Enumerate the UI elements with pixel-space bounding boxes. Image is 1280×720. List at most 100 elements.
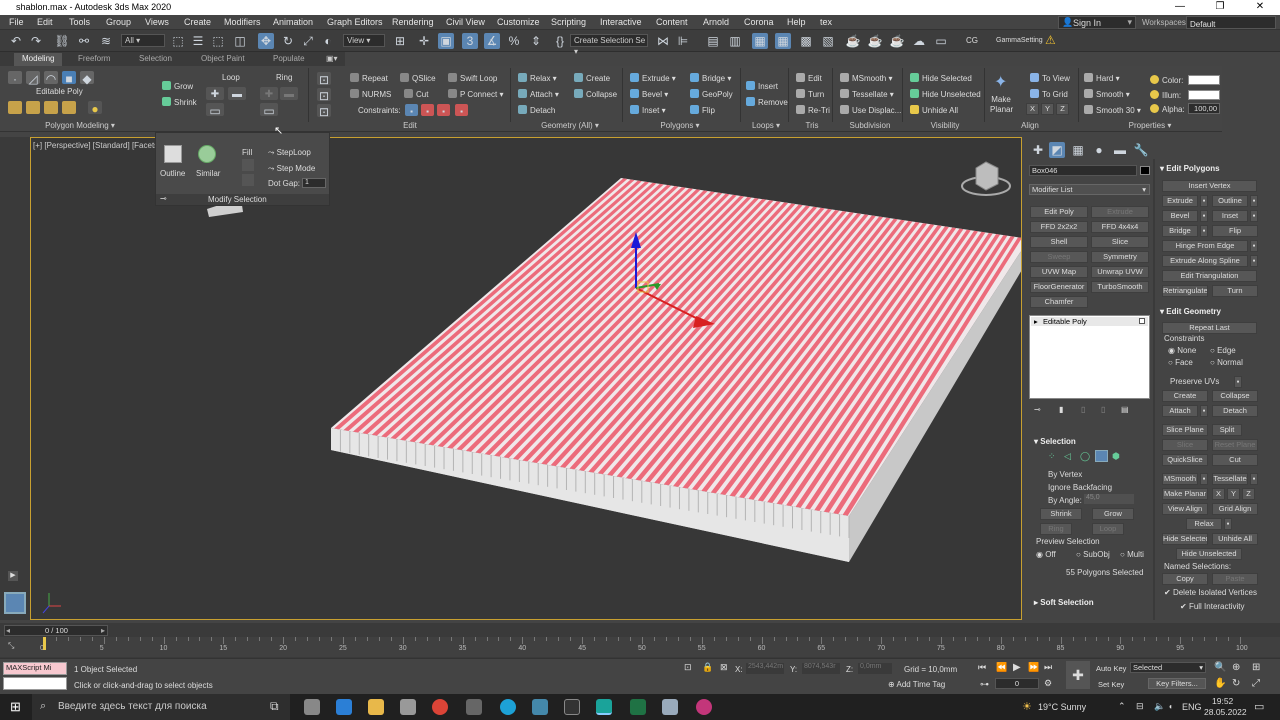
ep-flip-button[interactable]: Flip — [1212, 225, 1258, 237]
preserve-uvs-settings[interactable]: ▪ — [1234, 376, 1242, 388]
tri-turn-button[interactable]: Turn — [796, 89, 824, 99]
hide-unselected-button[interactable]: Hide Unselected — [910, 89, 981, 99]
menu-rendering[interactable]: Rendering — [392, 17, 434, 27]
restore-icon[interactable]: ❐ — [1200, 0, 1240, 15]
quickslice-button[interactable]: QuickSlice — [1162, 454, 1208, 466]
next-frame-icon[interactable]: ⏩ — [1028, 662, 1039, 673]
percent-snap-icon[interactable]: % — [506, 33, 522, 49]
goto-start-icon[interactable]: ⏮ — [978, 662, 986, 673]
use-nurms-icon[interactable] — [8, 101, 22, 114]
move-icon[interactable]: ✥ — [258, 33, 274, 49]
slice-plane-button[interactable]: Slice Plane — [1162, 424, 1208, 436]
ep-inset-button[interactable]: Inset — [1212, 210, 1248, 222]
repeat-last-button[interactable]: Repeat Last — [1162, 322, 1257, 334]
similar-icon[interactable] — [198, 145, 216, 163]
ignore-backfacing-checkbox[interactable]: Ignore Backfacing — [1048, 483, 1112, 492]
constraint-edge-radio[interactable]: ○ Edge — [1210, 346, 1236, 355]
paste-button[interactable]: Paste — [1212, 573, 1258, 585]
ring-mode-icon[interactable]: ▭ — [260, 103, 278, 118]
attach-settings[interactable]: ▪ — [1200, 405, 1208, 417]
extrude-along-spline-button[interactable]: Extrude Along Spline — [1162, 255, 1248, 267]
key-filters-button[interactable]: Key Filters... — [1148, 678, 1206, 689]
windows-start-icon[interactable]: ⊞ — [10, 699, 21, 715]
loop-mode-icon[interactable]: ▭ — [206, 103, 224, 118]
relax-button[interactable]: Relax ▾ — [518, 73, 557, 83]
cut-button[interactable]: Cut — [1212, 454, 1258, 466]
geometry-group-label[interactable]: Geometry (All) ▾ — [530, 121, 610, 130]
modify-panel-icon[interactable]: ◩ — [1049, 142, 1065, 158]
unlink-icon[interactable]: ⚯ — [76, 33, 92, 49]
remove-loop-button[interactable]: Remove — [746, 97, 788, 107]
notifications-icon[interactable]: ▭ — [1254, 700, 1264, 713]
maxscript-listener[interactable]: MAXScript Mi — [3, 662, 67, 675]
loop-button[interactable]: Loop — [1092, 523, 1124, 535]
polygon-icon[interactable]: ■ — [62, 71, 76, 86]
vertex-icon[interactable]: · — [8, 71, 22, 86]
turn-button[interactable]: Turn — [1212, 285, 1258, 297]
preserve-uvs-icon[interactable] — [62, 101, 76, 114]
file-explorer-icon[interactable] — [368, 699, 384, 715]
key-mode-icon[interactable]: ⊶ — [980, 679, 989, 690]
task-view-icon[interactable]: ⧉ — [270, 699, 279, 714]
delete-isolated-checkbox[interactable]: ✔ Delete Isolated Vertices — [1164, 588, 1257, 597]
ep-bridge-button[interactable]: Bridge — [1162, 225, 1198, 237]
pin-icon[interactable]: ⊸ — [160, 194, 167, 203]
outline-icon[interactable] — [164, 145, 182, 163]
preview-multi-radio[interactable]: ○ Multi — [1120, 550, 1144, 559]
hard-button[interactable]: Hard ▾ — [1084, 73, 1120, 83]
loop-shrink-icon[interactable]: ▬ — [228, 87, 246, 100]
create-button[interactable]: Create — [574, 73, 610, 83]
alpha-input[interactable]: 100,00 — [1188, 103, 1220, 114]
select-object-icon[interactable]: ⬚ — [170, 33, 186, 49]
tessellate-button[interactable]: Tessellate ▾ — [840, 89, 894, 99]
copy-button[interactable]: Copy — [1162, 573, 1208, 585]
border-select-icon[interactable]: ◯ — [1080, 451, 1090, 462]
volume-icon[interactable]: 🔈 — [1154, 701, 1165, 712]
sound-icon[interactable]: ◖ — [1168, 702, 1173, 711]
ring-button[interactable]: Ring — [276, 73, 292, 82]
ring-grow-icon[interactable]: ✚ — [260, 87, 278, 100]
ep-extrude-settings[interactable]: ▪ — [1200, 195, 1208, 207]
menu-content[interactable]: Content — [656, 17, 688, 27]
clock-date[interactable]: 28.05.2022 — [1204, 707, 1247, 717]
color-swatch[interactable] — [1188, 75, 1220, 85]
schematic-view-icon[interactable]: ▦ — [775, 33, 791, 49]
tab-populate[interactable]: Populate — [273, 54, 305, 63]
edit-named-selections-icon[interactable]: {} — [552, 33, 568, 49]
modifier-list-dropdown[interactable]: Modifier List ▾ — [1029, 184, 1150, 195]
menu-views[interactable]: Views — [145, 17, 169, 27]
by-angle-checkbox[interactable]: By Angle: — [1048, 496, 1082, 505]
maxscript-input[interactable] — [3, 677, 67, 690]
excel-icon[interactable] — [630, 699, 646, 715]
key-selection-dropdown[interactable]: Selected ▾ — [1130, 662, 1206, 673]
taskbar-search[interactable]: Введите здесь текст для поиска — [32, 694, 290, 720]
menu-arnold[interactable]: Arnold — [703, 17, 729, 27]
p-connect-button[interactable]: P Connect ▾ — [448, 89, 503, 99]
create-button[interactable]: Create — [1162, 390, 1208, 402]
retriangulate-button[interactable]: Retriangulate — [1162, 285, 1208, 297]
tri-edit-button[interactable]: Edit — [796, 73, 822, 83]
polygon-modeling-group-label[interactable]: Polygon Modeling ▾ — [40, 121, 120, 130]
tray-chevron-icon[interactable]: ⌃ — [1118, 701, 1126, 712]
y-coord-input[interactable]: 8074,543r — [802, 663, 840, 674]
taskbar-app-1-icon[interactable] — [304, 699, 320, 715]
vertex-select-icon[interactable]: ⁘ — [1048, 451, 1056, 462]
display-panel-icon[interactable]: ▬ — [1112, 142, 1128, 158]
planar-z-button[interactable]: Z — [1242, 488, 1255, 500]
taskbar-app-4-icon[interactable] — [400, 699, 416, 715]
menu-file[interactable]: File — [9, 17, 24, 27]
reset-plane-button[interactable]: Reset Plane — [1212, 439, 1258, 451]
nurms-button[interactable]: NURMS — [350, 89, 391, 99]
skype-icon[interactable] — [500, 699, 516, 715]
menu-graph-editors[interactable]: Graph Editors — [327, 17, 383, 27]
menu-tools[interactable]: Tools — [69, 17, 90, 27]
fill-icon-2[interactable] — [242, 174, 254, 186]
redo-icon[interactable]: ↷ — [28, 33, 44, 49]
sign-in-dropdown[interactable]: 👤 Sign In ▾ — [1058, 16, 1136, 29]
shrink-button[interactable]: Shrink — [162, 97, 197, 107]
by-vertex-checkbox[interactable]: By Vertex — [1048, 470, 1082, 479]
planar-x-button[interactable]: X — [1212, 488, 1225, 500]
menu-help[interactable]: Help — [787, 17, 806, 27]
window-crossing-icon[interactable]: ◫ — [232, 33, 248, 49]
snaps-toggle-icon[interactable]: 3 — [462, 33, 478, 49]
